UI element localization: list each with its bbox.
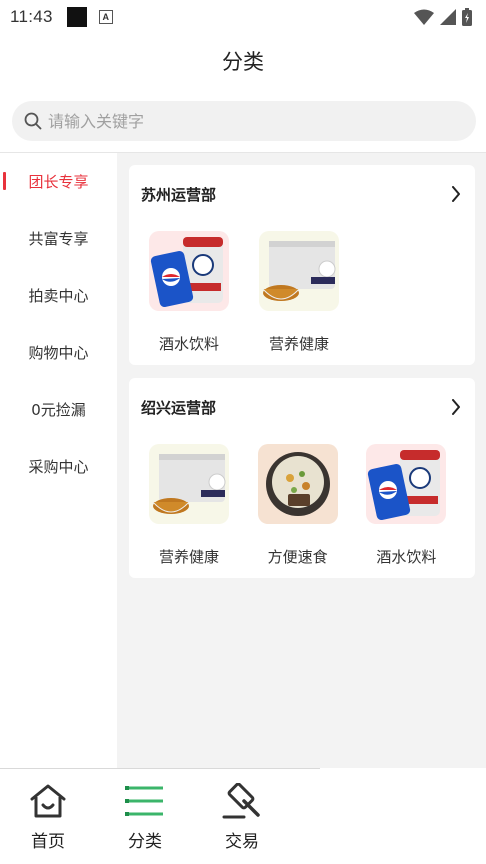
battery-icon	[462, 8, 472, 26]
item-label: 酒水饮料	[376, 548, 437, 566]
tab-label: 交易	[225, 832, 259, 852]
sidebar-item-zero-yuan[interactable]: 0元捡漏	[0, 381, 117, 438]
tab-trade[interactable]: 交易	[212, 783, 272, 852]
category-item[interactable]: 营养健康	[259, 231, 369, 354]
tab-label: 分类	[128, 832, 162, 852]
section-title: 苏州运营部	[141, 185, 217, 204]
search-input[interactable]	[48, 111, 428, 131]
list-icon	[125, 786, 163, 816]
status-time: 11:43	[10, 7, 53, 26]
sidebar-item-purchase[interactable]: 采购中心	[0, 438, 117, 495]
section-title: 绍兴运营部	[141, 398, 217, 417]
status-bar: 11:43 A	[0, 0, 486, 34]
item-label: 方便速食	[267, 548, 328, 566]
drinks-thumbnail	[366, 444, 447, 524]
instant-food-thumbnail	[257, 444, 338, 524]
wifi-icon	[414, 9, 434, 25]
section-header[interactable]: 绍兴运营部	[129, 378, 475, 436]
page-title: 分类	[222, 50, 264, 74]
category-content: 苏州运营部 酒水饮料 营养健康 绍兴运营部 营养健康 方便速食 酒水饮料	[117, 153, 486, 768]
section-header[interactable]: 苏州运营部	[129, 165, 475, 223]
home-icon	[30, 784, 66, 818]
category-item[interactable]: 方便速食	[257, 444, 367, 567]
bottom-nav: 首页 分类 交易	[0, 769, 486, 864]
gavel-icon	[222, 783, 260, 819]
sidebar-item-label: 0元捡漏	[31, 401, 86, 419]
sidebar-item-auction[interactable]: 拍卖中心	[0, 267, 117, 324]
nutrition-thumbnail	[149, 444, 229, 524]
sidebar-item-gongfu[interactable]: 共富专享	[0, 210, 117, 267]
item-label: 营养健康	[268, 335, 329, 353]
category-item[interactable]: 营养健康	[149, 444, 258, 567]
app-notification-icon: A	[98, 10, 113, 24]
sidebar-item-label: 拍卖中心	[28, 287, 89, 305]
sidebar-item-shopping[interactable]: 购物中心	[0, 324, 117, 381]
item-label: 酒水饮料	[158, 335, 219, 353]
drinks-thumbnail	[149, 231, 229, 311]
category-item[interactable]: 酒水饮料	[149, 231, 259, 354]
search-icon	[24, 112, 42, 130]
nutrition-thumbnail	[259, 231, 339, 311]
category-sidebar: 团长专享 共富专享 拍卖中心 购物中心 0元捡漏 采购中心	[0, 153, 117, 768]
notification-square-icon	[66, 7, 87, 27]
sidebar-item-tuanzhang[interactable]: 团长专享	[0, 153, 117, 210]
category-item[interactable]: 酒水饮料	[366, 444, 475, 567]
sidebar-item-label: 团长专享	[28, 173, 89, 191]
item-label: 营养健康	[158, 548, 219, 566]
search-bar[interactable]	[12, 101, 476, 141]
tab-category[interactable]: 分类	[115, 783, 175, 852]
tab-label: 首页	[31, 832, 65, 852]
sidebar-item-label: 购物中心	[28, 344, 89, 362]
signal-icon	[440, 9, 456, 25]
section-card: 绍兴运营部 营养健康 方便速食 酒水饮料	[129, 378, 475, 578]
section-card: 苏州运营部 酒水饮料 营养健康	[129, 165, 475, 365]
tab-home[interactable]: 首页	[18, 783, 78, 852]
sidebar-item-label: 共富专享	[28, 230, 89, 248]
sidebar-item-label: 采购中心	[28, 458, 89, 476]
chevron-right-icon[interactable]	[451, 399, 461, 415]
chevron-right-icon[interactable]	[451, 186, 461, 202]
